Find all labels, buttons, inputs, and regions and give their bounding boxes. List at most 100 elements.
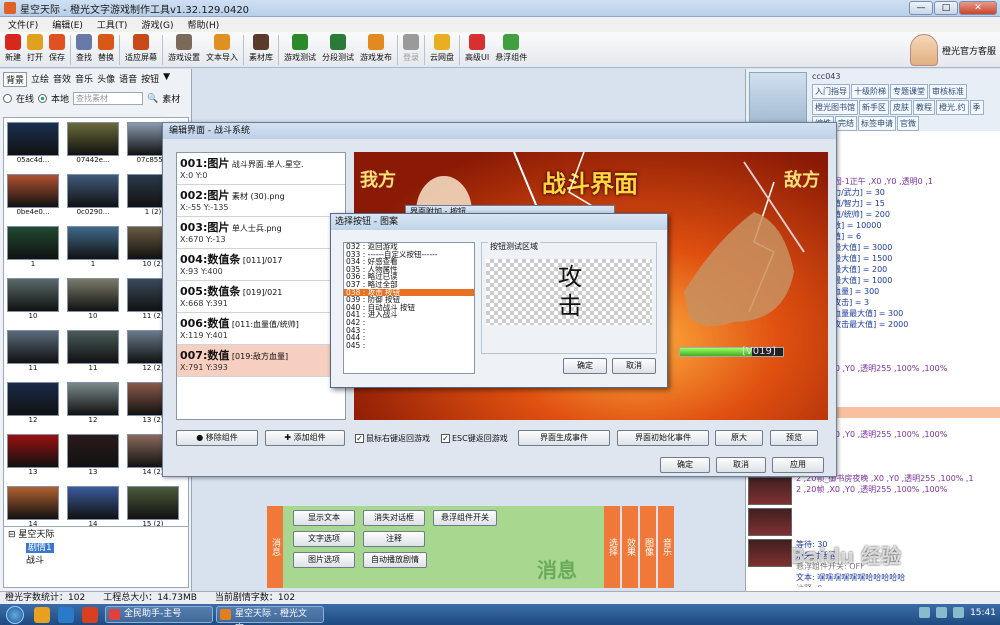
component-item[interactable]: 006:数值 [011:血量值/统帅] X:119 Y:401 <box>177 313 345 345</box>
remove-component-button[interactable]: ● 移除组件 <box>176 430 258 446</box>
script-line[interactable] <box>796 517 1000 528</box>
component-item[interactable]: 003:图片 单人士兵.png X:670 Y:-13 <box>177 217 345 249</box>
task-editor[interactable]: 星空天际 - 橙光文字... <box>216 606 324 625</box>
add-component-button[interactable]: ✚ 添加组件 <box>265 430 345 446</box>
forum-link[interactable]: 教程 <box>913 100 935 115</box>
toolbar-button-13[interactable]: 云网盘 <box>427 32 457 63</box>
tab-effect[interactable]: 效果 <box>622 506 638 588</box>
asset-dropdown[interactable]: 素材 <box>162 92 180 105</box>
component-item[interactable]: 005:数值条 [019]/021 X:668 Y:391 <box>177 281 345 313</box>
asset-thumbnail[interactable]: 07442e... <box>67 122 119 170</box>
toolbar-button-5[interactable]: 适应屏幕 <box>122 32 160 63</box>
forum-link[interactable]: 橙光.约 <box>936 100 969 115</box>
editor-cancel-button[interactable]: 取消 <box>716 457 766 473</box>
menu-file[interactable]: 文件(F) <box>8 18 38 31</box>
online-radio[interactable] <box>3 94 12 103</box>
asset-thumbnail[interactable]: 1 <box>67 226 119 274</box>
init-event-button[interactable]: 界面初始化事件 <box>617 430 709 446</box>
forum-link[interactable]: 入门指导 <box>812 84 850 99</box>
toolbar-button-1[interactable]: 打开 <box>24 32 46 63</box>
tray-icon[interactable] <box>953 607 965 618</box>
search-input[interactable]: 查找素材 <box>73 92 144 105</box>
tab-portrait[interactable]: 立绘 <box>31 72 49 87</box>
forum-link[interactable]: 专题课堂 <box>890 84 928 99</box>
menu-tools[interactable]: 工具(T) <box>97 18 128 31</box>
tab-background[interactable]: 背景 <box>3 72 28 87</box>
script-line[interactable]: 注释: 0 <box>796 583 1000 587</box>
asset-thumbnail[interactable]: 10 <box>67 278 119 326</box>
toolbar-button-10[interactable]: 分段测试 <box>319 32 357 63</box>
tray-icon[interactable] <box>919 607 931 618</box>
component-item[interactable]: 007:数值 [019:敌方血量] X:791 Y:393 <box>177 345 345 377</box>
toolbar-button-15[interactable]: 悬浮组件 <box>492 32 530 63</box>
component-item[interactable]: 002:图片 素材 (30).png X:-55 Y:-135 <box>177 185 345 217</box>
tray-icon[interactable] <box>936 607 948 618</box>
tab-avatar[interactable]: 头像 <box>97 72 115 87</box>
asset-thumbnail[interactable]: 05ac4d... <box>7 122 59 170</box>
asset-thumbnail[interactable]: 11 <box>7 330 59 378</box>
hide-dialog-button[interactable]: 消失对话框 <box>363 510 425 526</box>
task-helper[interactable]: 全民助手-主号 <box>105 606 213 623</box>
search-icon[interactable]: 🔍 <box>147 94 158 104</box>
right-click-return-checkbox[interactable]: ✓ 鼠标右键返回游戏 <box>355 433 430 444</box>
forum-link[interactable]: 标签申请 <box>858 116 896 131</box>
chevron-down-icon[interactable]: ▼ <box>163 72 170 87</box>
app-pin-icon[interactable] <box>82 606 98 623</box>
asset-thumbnail[interactable]: 1 <box>7 226 59 274</box>
editor-apply-button[interactable]: 应用 <box>772 457 824 473</box>
asset-thumbnail[interactable]: 11 <box>67 330 119 378</box>
forum-link[interactable]: 季 <box>969 100 984 115</box>
asset-thumbnail[interactable]: 14 <box>7 486 59 526</box>
local-radio[interactable] <box>38 94 48 103</box>
asset-thumbnail[interactable]: 15 (2) <box>127 486 179 526</box>
toolbar-button-6[interactable]: 游戏设置 <box>165 32 203 63</box>
dialog-cancel-button[interactable]: 取消 <box>612 358 656 374</box>
text-option-button[interactable]: 文字选项 <box>293 531 355 547</box>
preview-button[interactable]: 预览 <box>770 430 818 446</box>
component-item[interactable]: 001:图片 战斗界面.单人.星空. X:0 Y:0 <box>177 153 345 185</box>
forum-link[interactable]: 完结 <box>835 116 857 131</box>
image-option-button[interactable]: 图片选项 <box>293 552 355 568</box>
forum-link[interactable]: 官微 <box>897 116 919 131</box>
toolbar-button-3[interactable]: 查找 <box>73 32 95 63</box>
toolbar-button-4[interactable]: 替换 <box>95 32 117 63</box>
tab-image[interactable]: 图像 <box>640 506 656 588</box>
tab-voice[interactable]: 语音 <box>119 72 137 87</box>
dialog-ok-button[interactable]: 确定 <box>563 358 607 374</box>
start-button[interactable] <box>6 605 24 624</box>
tree-item-story1[interactable]: 剧情1 <box>8 542 184 555</box>
script-line[interactable] <box>796 495 1000 506</box>
script-line[interactable] <box>796 506 1000 517</box>
forum-link[interactable]: 橙光图书馆 <box>812 100 858 115</box>
forum-link[interactable]: 新手区 <box>859 100 889 115</box>
close-button[interactable]: ✕ <box>959 1 997 15</box>
show-text-button[interactable]: 显示文本 <box>293 510 355 526</box>
toolbar-button-12[interactable]: 登录 <box>400 32 422 63</box>
official-support[interactable]: 橙光官方客服 <box>909 34 996 66</box>
toolbar-button-8[interactable]: 素材库 <box>246 32 276 63</box>
toolbar-button-7[interactable]: 文本导入 <box>203 32 241 63</box>
toolbar-button-9[interactable]: 游戏测试 <box>281 32 319 63</box>
tab-music[interactable]: 音乐 <box>75 72 93 87</box>
asset-thumbnail[interactable]: 10 <box>7 278 59 326</box>
float-widget-toggle-button[interactable]: 悬浮组件开关 <box>433 510 497 526</box>
maximize-button[interactable]: □ <box>934 1 958 15</box>
forum-link[interactable]: 皮肤 <box>890 100 912 115</box>
tree-item-battle[interactable]: 战斗 <box>8 555 184 568</box>
menu-edit[interactable]: 编辑(E) <box>52 18 83 31</box>
tree-root[interactable]: ⊟ 星空天际 <box>8 529 184 542</box>
toolbar-button-11[interactable]: 游戏发布 <box>357 32 395 63</box>
tab-message[interactable]: 消息 <box>267 506 283 588</box>
component-item[interactable]: 004:数值条 [011]/017 X:93 Y:400 <box>177 249 345 281</box>
toolbar-button-14[interactable]: 高级UI <box>462 32 492 63</box>
tab-select[interactable]: 选择 <box>604 506 620 588</box>
editor-ok-button[interactable]: 确定 <box>660 457 710 473</box>
gen-event-button[interactable]: 界面生成事件 <box>518 430 610 446</box>
asset-thumbnail[interactable]: 0be4e0... <box>7 174 59 222</box>
tab-button[interactable]: 按钮 <box>141 72 159 87</box>
asset-thumbnail[interactable]: 0c0290... <box>67 174 119 222</box>
asset-thumbnail[interactable]: 13 <box>7 434 59 482</box>
menu-help[interactable]: 帮助(H) <box>187 18 219 31</box>
event-thumb[interactable] <box>748 477 792 505</box>
script-line[interactable]: 2 ,20帧 ,X0 ,Y0 ,透明255 ,100% ,100% <box>796 484 1000 495</box>
